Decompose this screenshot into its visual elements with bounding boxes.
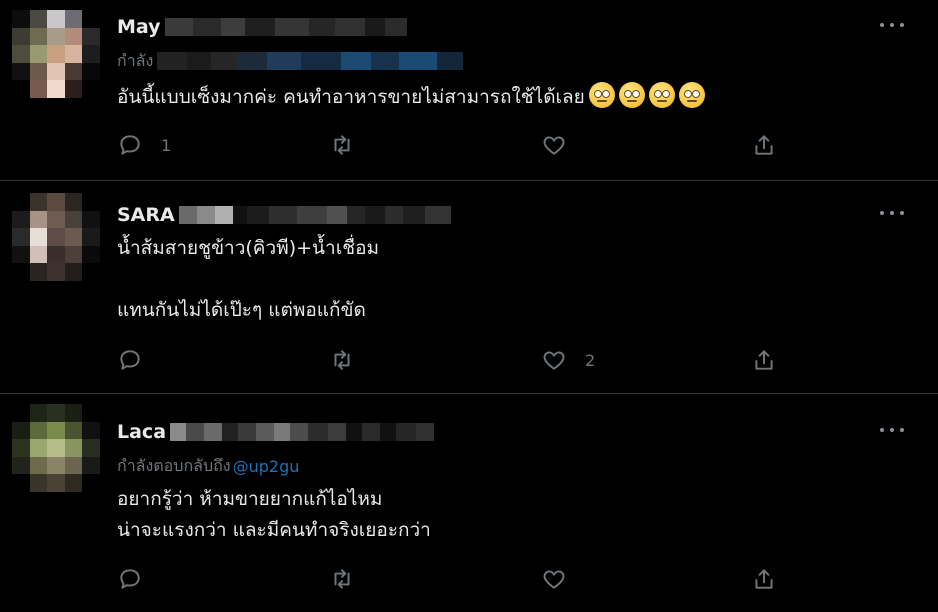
more-options-button[interactable] [880, 208, 906, 218]
reply-button[interactable] [117, 564, 161, 594]
reply-button[interactable]: 1 [117, 130, 171, 160]
like-button[interactable]: 2 [541, 345, 595, 375]
tweet-actions [117, 564, 797, 594]
censored-handle [164, 18, 407, 36]
retweet-icon [334, 569, 350, 589]
retweet-button[interactable] [329, 564, 373, 594]
reply-handle-link[interactable]: @up2gu [233, 457, 300, 476]
face-with-rolling-eyes-icon [678, 82, 705, 108]
like-count: 2 [585, 350, 596, 370]
face-with-rolling-eyes-icon [618, 82, 645, 108]
author-row: May [117, 15, 407, 39]
face-with-rolling-eyes-icon [588, 82, 615, 108]
author-row: Laca [117, 420, 435, 444]
censored-handle [178, 206, 451, 224]
reply-context: กำลัง [117, 50, 464, 72]
reply-icon [120, 569, 140, 589]
tweet[interactable]: SARA น้ำส้มสายชูข้าว(คิวพี)+น้ำเชื่อม แท… [0, 180, 938, 393]
reply-prefix: กำลัง [117, 50, 154, 70]
more-options-button[interactable] [880, 20, 906, 30]
tweet-text: น้ำส้มสายชูข้าว(คิวพี)+น้ำเชื่อม แทนกันไ… [117, 237, 380, 321]
censored-handle [170, 423, 435, 441]
like-button[interactable] [541, 564, 585, 594]
reply-prefix: กำลังตอบกลับถึง [117, 455, 231, 475]
tweet[interactable]: Laca กำลังตอบกลับถึง @up2gu อยากรู้ว่า ห… [0, 393, 938, 612]
reply-context: กำลังตอบกลับถึง @up2gu [117, 455, 299, 477]
retweet-button[interactable] [329, 130, 373, 160]
share-button[interactable] [751, 564, 777, 594]
share-button[interactable] [751, 130, 777, 160]
reply-icon [120, 135, 140, 155]
heart-icon [543, 351, 565, 370]
retweet-button[interactable] [329, 345, 373, 375]
author-name[interactable]: SARA [117, 204, 175, 226]
tweet[interactable]: May กำลัง อันนี้แบบเซ็งมากค่ะ คนทำอาหารข… [0, 0, 938, 180]
censored-reply-handle [157, 52, 464, 70]
author-name[interactable]: Laca [117, 421, 166, 443]
tweet-actions: 1 [117, 130, 797, 160]
tweet-actions: 2 [117, 345, 797, 375]
tweet-text: อยากรู้ว่า ห้ามขายยากแก้ไอไหม น่าจะแรงกว… [117, 488, 431, 541]
share-icon [755, 350, 773, 370]
heart-icon [543, 570, 565, 589]
heart-icon [543, 136, 565, 155]
avatar[interactable] [12, 10, 100, 98]
avatar[interactable] [12, 193, 100, 281]
retweet-icon [334, 350, 350, 370]
avatar[interactable] [12, 404, 100, 492]
reply-button[interactable] [117, 345, 161, 375]
retweet-icon [334, 135, 350, 155]
like-button[interactable] [541, 130, 585, 160]
tweet-text: อันนี้แบบเซ็งมากค่ะ คนทำอาหารขายไม่สามาร… [117, 82, 705, 113]
share-icon [755, 135, 773, 155]
author-name[interactable]: May [117, 16, 161, 38]
share-icon [755, 569, 773, 589]
reply-icon [120, 350, 140, 370]
tweet-text-content: อันนี้แบบเซ็งมากค่ะ คนทำอาหารขายไม่สามาร… [117, 86, 585, 108]
face-with-rolling-eyes-icon [648, 82, 675, 108]
share-button[interactable] [751, 345, 777, 375]
reply-count: 1 [161, 135, 172, 155]
more-options-button[interactable] [880, 425, 906, 435]
author-row: SARA [117, 203, 451, 227]
